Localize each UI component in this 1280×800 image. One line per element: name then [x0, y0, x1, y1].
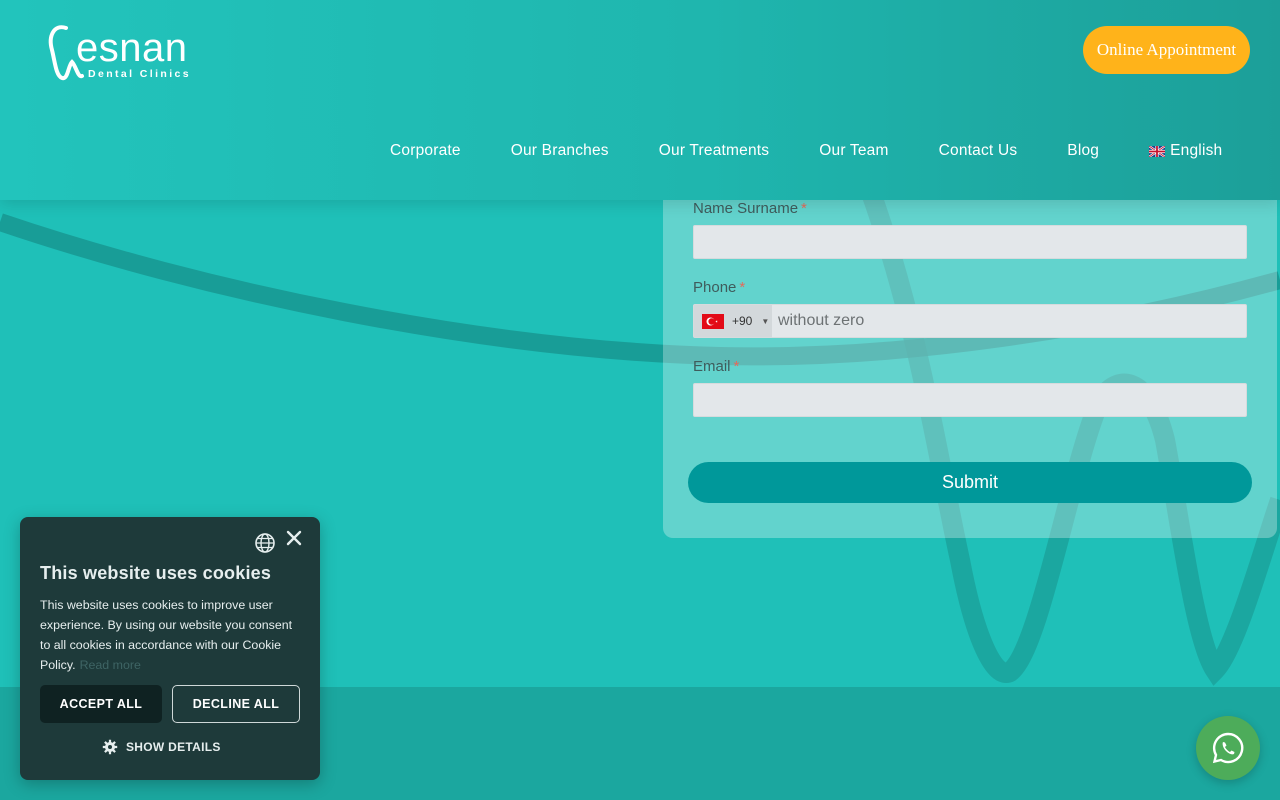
required-mark: *: [801, 200, 807, 217]
email-label: Email *: [693, 358, 740, 375]
phone-field: +90 ▼: [693, 304, 1247, 338]
nav-item-contact-us[interactable]: Contact Us: [939, 142, 1018, 160]
accept-all-button[interactable]: ACCEPT ALL: [40, 685, 162, 723]
online-appointment-button[interactable]: Online Appointment: [1083, 26, 1250, 74]
uk-flag-icon: [1149, 145, 1166, 157]
whatsapp-chat-button[interactable]: [1196, 716, 1260, 780]
nav-item-our-treatments[interactable]: Our Treatments: [659, 142, 769, 160]
nav-item-blog[interactable]: Blog: [1067, 142, 1099, 160]
chevron-down-icon: ▼: [761, 316, 770, 326]
gear-icon: [102, 739, 118, 755]
main-nav: Corporate Our Branches Our Treatments Ou…: [390, 140, 1222, 162]
cookie-title: This website uses cookies: [40, 563, 272, 583]
phone-label: Phone *: [693, 279, 746, 296]
show-details-toggle[interactable]: SHOW DETAILS: [102, 739, 221, 755]
required-mark: *: [733, 358, 740, 375]
language-globe-icon[interactable]: [254, 532, 276, 554]
language-label: English: [1170, 142, 1223, 159]
nav-item-corporate[interactable]: Corporate: [390, 142, 461, 160]
required-mark: *: [739, 279, 746, 296]
country-code-selector[interactable]: +90 ▼: [694, 305, 772, 337]
name-surname-label: Name Surname *: [693, 200, 807, 217]
nav-item-our-team[interactable]: Our Team: [819, 142, 888, 160]
name-surname-input[interactable]: [693, 225, 1247, 259]
site-header: esnan Dental Clinics Online Appointment …: [0, 0, 1280, 200]
nav-item-language[interactable]: English: [1149, 142, 1222, 160]
logo-tagline: Dental Clinics: [88, 68, 192, 80]
whatsapp-icon: [1212, 732, 1244, 764]
nav-item-our-branches[interactable]: Our Branches: [511, 142, 609, 160]
submit-button[interactable]: Submit: [688, 462, 1252, 503]
email-input[interactable]: [693, 383, 1247, 417]
brand-logo[interactable]: esnan Dental Clinics: [46, 22, 210, 84]
cookie-description: This website uses cookies to improve use…: [40, 598, 293, 672]
read-more-link[interactable]: Read more: [80, 658, 141, 672]
close-icon[interactable]: [284, 528, 304, 548]
turkey-flag-icon: [702, 313, 724, 329]
decline-all-button[interactable]: DECLINE ALL: [172, 685, 300, 723]
phone-input[interactable]: [772, 305, 1246, 337]
country-code: +90: [732, 314, 753, 328]
cookie-consent-popup: This website uses cookies This website u…: [20, 517, 320, 780]
logo-wordmark: esnan: [76, 26, 188, 70]
